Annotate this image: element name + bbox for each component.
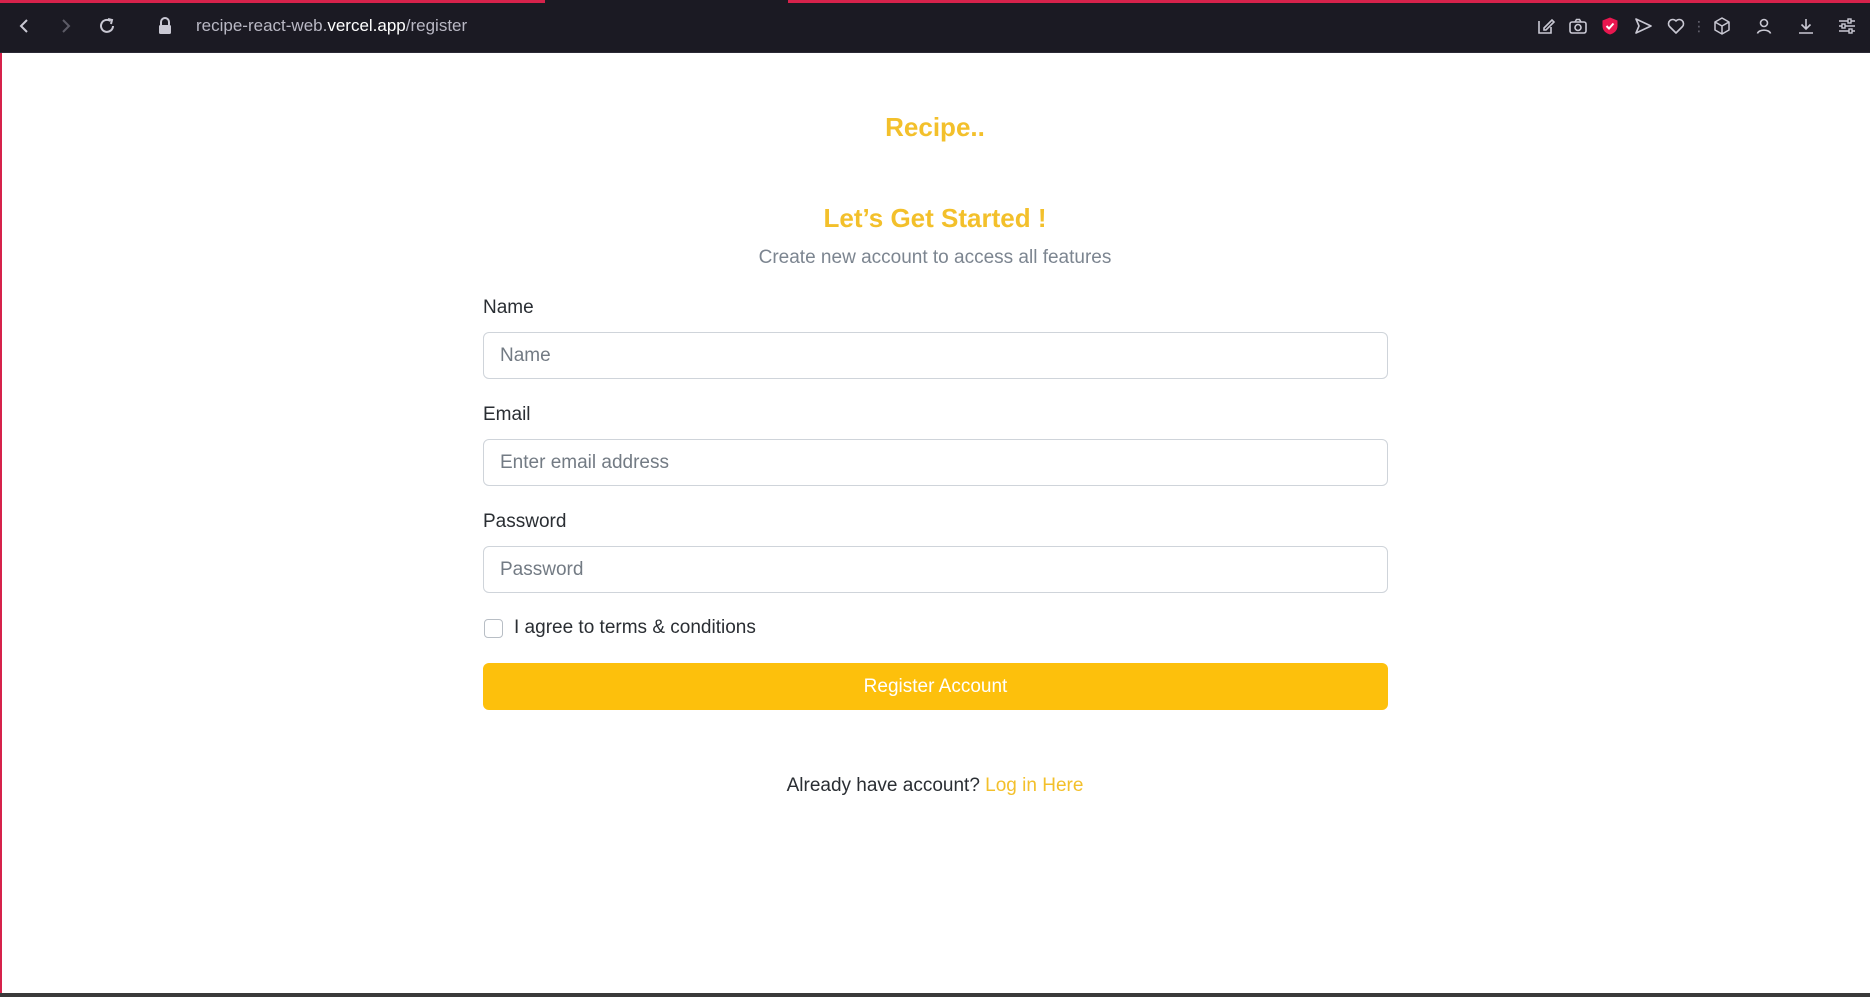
url-path: /register	[405, 16, 468, 35]
back-button[interactable]	[11, 12, 39, 40]
tab-indicator-right	[788, 0, 1870, 3]
url-host-main: vercel.app	[327, 16, 406, 35]
easy-setup-icon	[1839, 18, 1855, 34]
name-input[interactable]	[483, 332, 1388, 379]
camera-button[interactable]	[1566, 14, 1590, 38]
back-arrow-icon	[19, 19, 28, 33]
cube-icon	[1714, 17, 1730, 35]
email-input[interactable]	[483, 439, 1388, 486]
snapshot-edit-icon	[1538, 18, 1556, 34]
name-label: Name	[483, 297, 534, 318]
brand-logo[interactable]: Recipe..	[0, 112, 1870, 143]
adblock-button[interactable]	[1598, 14, 1622, 38]
password-input[interactable]	[483, 546, 1388, 593]
bottom-edge	[0, 993, 1870, 997]
password-label: Password	[483, 511, 567, 532]
profile-icon	[1756, 18, 1772, 34]
camera-icon	[1569, 18, 1587, 34]
profile-button[interactable]	[1752, 14, 1776, 38]
downloads-button[interactable]	[1794, 14, 1818, 38]
shield-icon	[1602, 17, 1618, 35]
email-label: Email	[483, 404, 531, 425]
toolbar-separator: ⋮	[1692, 18, 1706, 34]
extensions-button[interactable]	[1710, 14, 1734, 38]
login-prompt: Already have account? Log in Here	[0, 775, 1870, 797]
terms-checkbox[interactable]	[484, 619, 503, 638]
terms-label[interactable]: I agree to terms & conditions	[514, 617, 756, 639]
send-icon	[1635, 18, 1652, 34]
browser-toolbar: recipe-react-web.vercel.app/register ⋮	[0, 0, 1870, 53]
url-host-prefix: recipe-react-web.	[196, 16, 328, 35]
lock-icon	[159, 17, 171, 34]
address-bar[interactable]: recipe-react-web.vercel.app/register	[196, 16, 467, 36]
forward-arrow-icon	[62, 19, 71, 33]
download-icon	[1799, 19, 1813, 34]
page-title: Let’s Get Started !	[823, 203, 1047, 233]
register-button[interactable]: Register Account	[483, 663, 1388, 710]
heart-icon	[1667, 18, 1685, 34]
page-viewport	[0, 53, 1870, 993]
tab-indicator-left	[0, 0, 545, 3]
snapshot-edit-button[interactable]	[1534, 14, 1558, 38]
login-link[interactable]: Log in Here	[985, 775, 1083, 796]
favorites-button[interactable]	[1664, 14, 1688, 38]
login-prompt-text: Already have account?	[786, 775, 980, 796]
forward-button[interactable]	[51, 12, 79, 40]
page-subtitle: Create new account to access all feature…	[758, 247, 1112, 268]
reload-button[interactable]	[93, 12, 121, 40]
reload-icon	[100, 18, 114, 33]
send-button[interactable]	[1631, 14, 1655, 38]
easy-setup-button[interactable]	[1835, 14, 1859, 38]
